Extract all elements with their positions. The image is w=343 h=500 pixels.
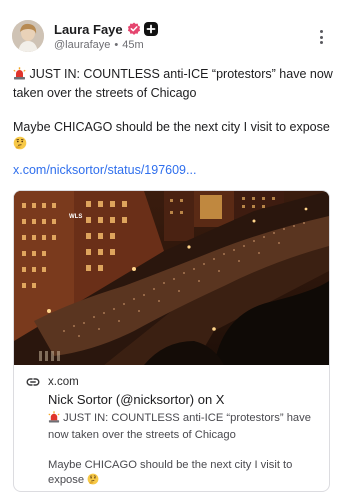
preview-description: JUST IN: COUNTLESS anti-ICE “protestors”…: [48, 411, 319, 490]
plus-badge-icon: [143, 22, 158, 36]
post-link[interactable]: x.com/nicksortor/status/197609...: [13, 163, 196, 177]
preview-desc-line-2: Maybe CHICAGO should be the next city I …: [48, 459, 293, 486]
post-paragraph-1: JUST IN: COUNTLESS anti-ICE “protestors”…: [13, 66, 335, 102]
post-paragraph-2: Maybe CHICAGO should be the next city I …: [13, 119, 335, 155]
author-meta: @laurafaye • 45m: [54, 39, 144, 51]
post-text-line-1: JUST IN: COUNTLESS anti-ICE “protestors”…: [13, 67, 333, 100]
rotating-light-icon: [13, 67, 26, 85]
preview-desc-line-1: JUST IN: COUNTLESS anti-ICE “protestors”…: [48, 412, 311, 441]
post-time[interactable]: 45m: [122, 39, 143, 51]
post-text-line-2: Maybe CHICAGO should be the next city I …: [13, 120, 330, 134]
image-watermark: WLS: [69, 214, 82, 220]
author-row: Laura Faye: [54, 21, 158, 37]
preview-desc-paragraph-1: JUST IN: COUNTLESS anti-ICE “protestors”…: [48, 411, 319, 443]
preview-image[interactable]: WLS: [14, 191, 329, 365]
thinking-face-icon: [87, 473, 99, 490]
thinking-face-icon: [13, 136, 27, 155]
link-preview-card[interactable]: WLS x.com Nick Sortor (@nicksortor) on X: [13, 190, 330, 492]
preview-title[interactable]: Nick Sortor (@nicksortor) on X: [48, 392, 319, 407]
preview-desc-paragraph-2: Maybe CHICAGO should be the next city I …: [48, 458, 319, 490]
author-name[interactable]: Laura Faye: [54, 22, 123, 37]
avatar[interactable]: [12, 20, 44, 52]
meta-separator: •: [114, 39, 119, 51]
link-icon: [26, 375, 40, 389]
post-body: JUST IN: COUNTLESS anti-ICE “protestors”…: [13, 66, 335, 155]
author-handle[interactable]: @laurafaye: [54, 39, 110, 51]
more-vertical-icon[interactable]: [313, 28, 329, 46]
verified-badge-icon: [127, 22, 141, 36]
post-card: Laura Faye @laurafaye • 45m JUST IN: COU…: [0, 0, 343, 500]
preview-body: x.com Nick Sortor (@nicksortor) on X JUS…: [14, 365, 329, 490]
preview-domain: x.com: [48, 376, 79, 388]
preview-domain-row: x.com: [24, 375, 319, 389]
rotating-light-icon: [48, 411, 60, 428]
